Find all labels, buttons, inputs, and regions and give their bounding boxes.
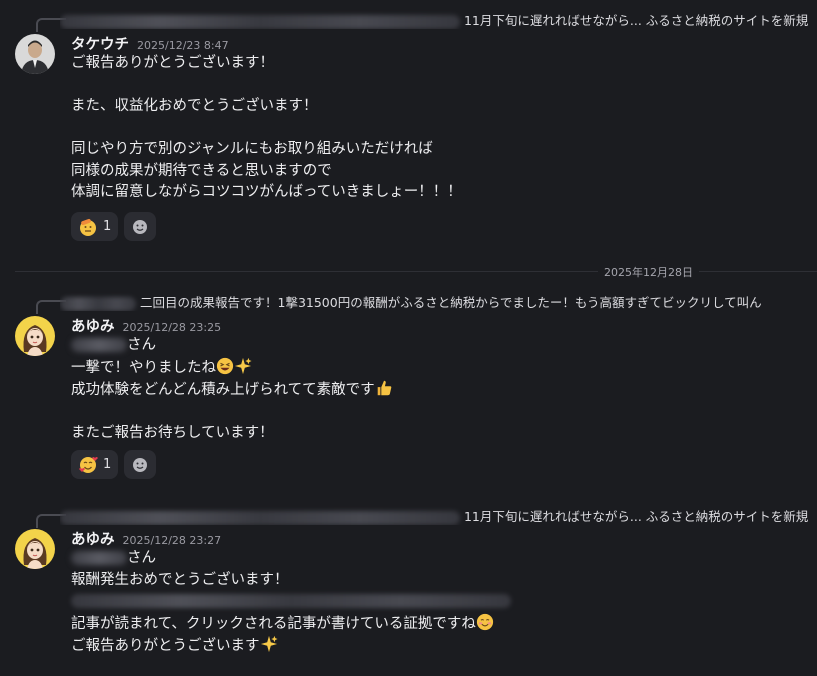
- blurred-text: [71, 594, 511, 608]
- reply-preview[interactable]: 二回目の成果報告です！1撃31500円の報酬がふるさと納税からでましたー！もう高…: [60, 292, 817, 311]
- avatar[interactable]: [15, 316, 55, 356]
- reaction-bar: 1: [71, 212, 157, 241]
- message-body: さん一撃で！やりましたね成功体験をどんどん積み上げられてて素敵です​またご報告お…: [71, 335, 393, 445]
- avatar[interactable]: [15, 529, 55, 569]
- message-body: ご報告ありがとうございます！​また、収益化おめでとうございます！​同じやり方で別…: [71, 55, 462, 200]
- add-reaction-button[interactable]: [124, 212, 157, 241]
- thumbs-up-icon: [377, 380, 391, 396]
- date-label: 2025年12月28日: [598, 264, 699, 280]
- saluting-face-icon: [80, 218, 96, 236]
- message-body: さん 報酬発生おめでとうございます！ 記事が読まれて、クリックされる記事が書けている…: [71, 548, 511, 658]
- reply-preview[interactable]: 11月下旬に遅れればせながら... ふるさと納税のサイトを新規: [60, 10, 817, 29]
- author-name[interactable]: あゆみ 2025/12/28 23:27: [71, 528, 221, 549]
- blurred-text: [60, 14, 460, 29]
- sparkles-icon: [260, 635, 278, 653]
- avatar[interactable]: [15, 34, 55, 74]
- blurred-text: [60, 510, 460, 525]
- timestamp: 2025/12/23 8:47: [137, 39, 229, 52]
- reaction-count: 1: [103, 219, 112, 234]
- author-name[interactable]: タケウチ 2025/12/23 8:47: [71, 33, 229, 54]
- blurred-mention: [71, 551, 127, 565]
- blurred-mention: [71, 338, 127, 352]
- timestamp: 2025/12/28 23:27: [122, 534, 222, 547]
- timestamp: 2025/12/28 23:25: [122, 321, 222, 334]
- smiling-face-icon: [476, 613, 493, 630]
- date-separator: 2025年12月28日: [15, 262, 817, 280]
- add-reaction-button[interactable]: [124, 450, 157, 479]
- grinning-squinting-face-icon: [216, 357, 234, 374]
- reaction-saluting-face[interactable]: 1: [71, 212, 119, 241]
- blurred-text: [60, 296, 136, 311]
- author-name[interactable]: あゆみ 2025/12/28 23:25: [71, 315, 221, 336]
- smiling-face-with-hearts-icon: [79, 456, 98, 473]
- reaction-bar: 1: [71, 450, 157, 479]
- reaction-count: 1: [103, 457, 112, 472]
- smiley-add-icon: [133, 457, 148, 472]
- reaction-smiling-face-with-hearts[interactable]: 1: [71, 450, 119, 479]
- reply-preview[interactable]: 11月下旬に遅れればせながら... ふるさと納税のサイトを新規: [60, 506, 817, 525]
- smiley-add-icon: [133, 219, 148, 234]
- sparkles-icon: [234, 357, 252, 374]
